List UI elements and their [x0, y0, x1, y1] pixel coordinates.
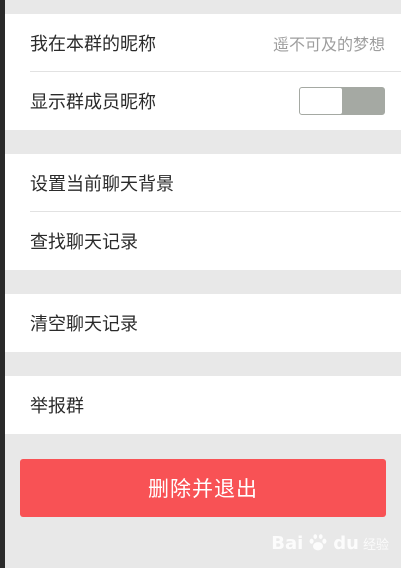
search-chat-history-row[interactable]: 查找聊天记录 — [5, 212, 401, 270]
watermark-brand-text-2: du — [333, 532, 359, 554]
group-nickname-row[interactable]: 我在本群的昵称 遥不可及的梦想 — [5, 14, 401, 72]
search-chat-history-label: 查找聊天记录 — [30, 232, 138, 253]
group-nickname-value: 遥不可及的梦想 — [272, 35, 385, 54]
show-member-nicknames-row: 显示群成员昵称 — [5, 72, 401, 130]
clear-chat-history-row[interactable]: 清空聊天记录 — [5, 294, 401, 352]
show-member-nicknames-label: 显示群成员昵称 — [30, 92, 156, 113]
watermark-brand-text: Bai — [271, 532, 304, 554]
set-chat-background-row[interactable]: 设置当前聊天背景 — [5, 154, 401, 212]
baidu-jingyan-watermark: Bai du 经验 — [271, 532, 389, 554]
watermark-site-text: 经验 — [362, 537, 389, 553]
toggle-knob — [300, 88, 342, 114]
report-group-label: 举报群 — [30, 396, 84, 417]
delete-and-exit-button[interactable]: 删除并退出 — [20, 459, 386, 517]
paw-logo-icon — [309, 534, 327, 551]
danger-zone: 删除并退出 — [5, 459, 401, 517]
top-spacer — [5, 0, 401, 14]
clear-chat-history-label: 清空聊天记录 — [30, 314, 138, 335]
report-group-row[interactable]: 举报群 — [5, 376, 401, 434]
group-nickname-label: 我在本群的昵称 — [30, 34, 156, 55]
set-chat-background-label: 设置当前聊天背景 — [30, 174, 174, 195]
group-settings-panel: 我在本群的昵称 遥不可及的梦想 显示群成员昵称 设置当前聊天背景 查找聊天记录 … — [5, 0, 401, 568]
show-member-nicknames-toggle[interactable] — [299, 87, 385, 115]
